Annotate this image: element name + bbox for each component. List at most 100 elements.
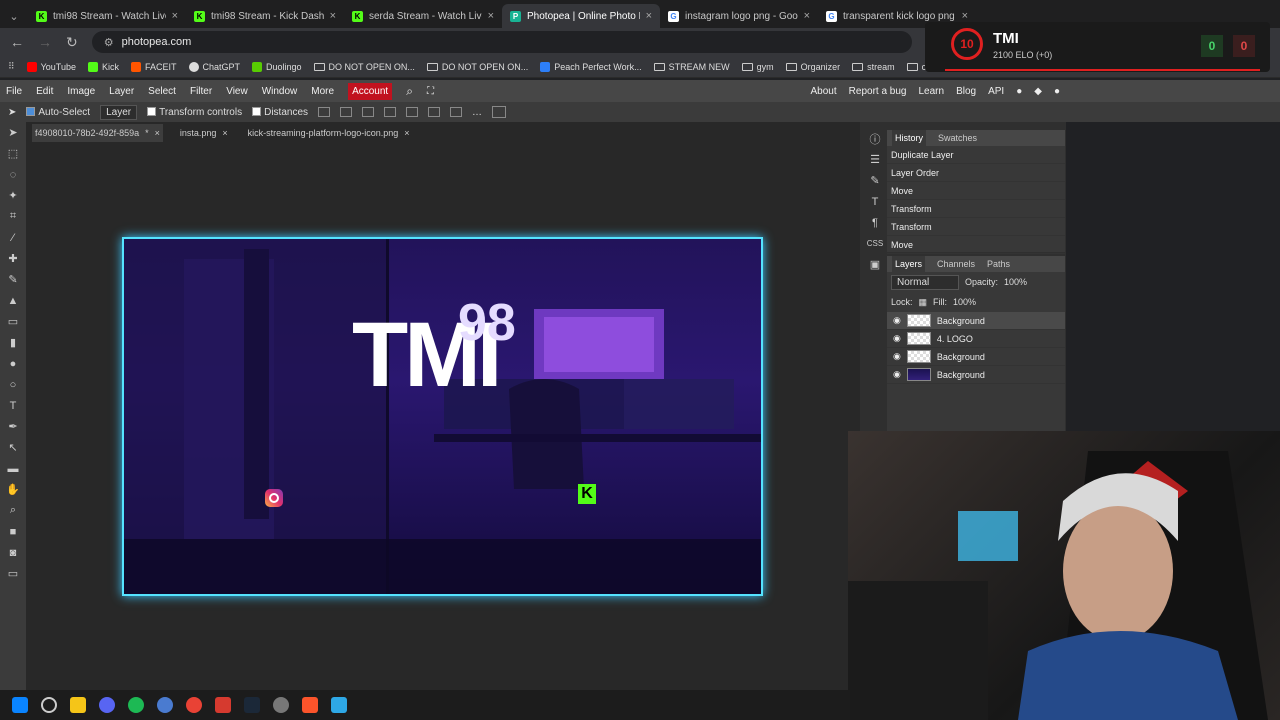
paragraph-icon[interactable]: ¶ <box>862 212 888 233</box>
close-icon[interactable]: × <box>222 128 227 138</box>
tab-layers[interactable]: Layers <box>892 256 926 272</box>
browser-tab-1[interactable]: Ktmi98 Stream - Kick Dashboard × <box>186 4 344 28</box>
report-bug-link[interactable]: Report a bug <box>849 86 907 97</box>
close-icon[interactable]: × <box>646 10 652 22</box>
api-link[interactable]: API <box>988 86 1004 97</box>
shield-icon[interactable] <box>215 697 231 713</box>
more-icon[interactable]: … <box>472 107 482 118</box>
marquee-tool-icon[interactable]: ⬚ <box>0 143 26 164</box>
transform-controls-checkbox[interactable]: Transform controls <box>147 107 242 118</box>
browser-tab-4[interactable]: Ginstagram logo png - Google S × <box>660 4 818 28</box>
doc-tab-0[interactable]: f4908010-78b2-492f-859a * × <box>32 124 163 142</box>
back-icon[interactable]: ← <box>10 34 24 50</box>
tab-channels[interactable]: Channels <box>937 259 975 269</box>
search-icon[interactable]: ⌕ <box>406 84 413 99</box>
align-right-icon[interactable] <box>428 107 440 117</box>
dodge-tool-icon[interactable]: ○ <box>0 374 26 395</box>
menu-edit[interactable]: Edit <box>36 86 53 97</box>
blend-mode-dropdown[interactable]: Normal <box>891 274 959 290</box>
close-icon[interactable]: × <box>404 128 409 138</box>
bookmark-folder[interactable]: gym <box>741 62 774 72</box>
blur-tool-icon[interactable]: ● <box>0 353 26 374</box>
tab-paths[interactable]: Paths <box>987 259 1010 269</box>
app-icon[interactable] <box>157 697 173 713</box>
brave-icon[interactable] <box>302 697 318 713</box>
chrome-icon[interactable] <box>186 697 202 713</box>
hand-tool-icon[interactable]: ✋ <box>0 479 26 500</box>
healing-tool-icon[interactable]: ✚ <box>0 248 26 269</box>
tab-search-icon[interactable]: ⌄ <box>0 4 28 28</box>
align-middle-icon[interactable] <box>340 107 352 117</box>
apps-icon[interactable]: ⠿ <box>8 61 15 72</box>
info-icon[interactable]: ⓘ <box>862 128 888 149</box>
spotify-icon[interactable] <box>128 697 144 713</box>
menu-select[interactable]: Select <box>148 86 176 97</box>
pen-tool-icon[interactable]: ✒ <box>0 416 26 437</box>
layer-row[interactable]: ◉ Background <box>887 348 1065 366</box>
history-item[interactable]: Transform <box>887 200 1065 218</box>
fullscreen-icon[interactable]: ⛶ <box>427 86 434 97</box>
reload-icon[interactable]: ↻ <box>66 34 78 51</box>
eyedropper-tool-icon[interactable]: ⁄ <box>0 227 26 248</box>
discord-icon[interactable] <box>99 697 115 713</box>
lasso-tool-icon[interactable]: ◌ <box>0 164 26 185</box>
close-icon[interactable]: × <box>172 10 178 22</box>
file-explorer-icon[interactable] <box>70 697 86 713</box>
windows-start-icon[interactable] <box>12 697 28 713</box>
eye-icon[interactable]: ◉ <box>893 315 901 326</box>
bookmark-kick[interactable]: Kick <box>87 61 119 72</box>
opacity-value[interactable]: 100% <box>1004 277 1027 287</box>
adjustments-icon[interactable]: ☰ <box>862 149 888 170</box>
brush-settings-icon[interactable]: ✎ <box>862 170 888 191</box>
search-icon[interactable] <box>41 697 57 713</box>
eye-icon[interactable]: ◉ <box>893 369 901 380</box>
browser-tab-0[interactable]: Ktmi98 Stream - Watch Live on K × <box>28 4 186 28</box>
browser-tab-3[interactable]: P Photopea | Online Photo Editor × <box>502 4 660 28</box>
close-icon[interactable]: × <box>488 10 494 22</box>
gradient-tool-icon[interactable]: ▮ <box>0 332 26 353</box>
close-icon[interactable]: × <box>962 10 968 22</box>
about-link[interactable]: About <box>811 86 837 97</box>
zoom-tool-icon[interactable]: ⌕ <box>0 500 26 521</box>
align-center-icon[interactable] <box>406 107 418 117</box>
brush-tool-icon[interactable]: ✎ <box>0 269 26 290</box>
url-field[interactable]: ⚙ photopea.com <box>91 31 912 53</box>
doc-tab-2[interactable]: kick-streaming-platform-logo-icon.png × <box>245 124 413 142</box>
site-info-icon[interactable]: ⚙ <box>104 36 114 49</box>
close-icon[interactable]: × <box>155 128 160 138</box>
menu-layer[interactable]: Layer <box>109 86 134 97</box>
browser-tab-2[interactable]: Kserda Stream - Watch Live on K × <box>344 4 502 28</box>
bookmark-youtube[interactable]: YouTube <box>26 61 76 72</box>
eye-icon[interactable]: ◉ <box>893 351 901 362</box>
bookmark-chatgpt[interactable]: ChatGPT <box>188 61 240 72</box>
bookmark-folder[interactable]: STREAM NEW <box>653 62 730 72</box>
eye-icon[interactable]: ◉ <box>893 333 901 344</box>
layer-row[interactable]: ◉ 4. LOGO <box>887 330 1065 348</box>
twitter-icon[interactable]: ◆ <box>1034 86 1042 97</box>
bookmark-peach[interactable]: Peach Perfect Work... <box>540 61 642 72</box>
close-icon[interactable]: × <box>330 10 336 22</box>
forward-icon[interactable]: → <box>38 34 52 50</box>
fill-value[interactable]: 100% <box>953 297 976 307</box>
app-icon[interactable] <box>331 697 347 713</box>
align-bottom-icon[interactable] <box>362 107 374 117</box>
facebook-icon[interactable]: ● <box>1054 86 1060 97</box>
blog-link[interactable]: Blog <box>956 86 976 97</box>
history-item[interactable]: Move <box>887 236 1065 254</box>
bookmark-folder[interactable]: stream <box>852 62 895 72</box>
stamp-tool-icon[interactable]: ▲ <box>0 290 26 311</box>
lock-icon[interactable]: ▦ <box>919 297 928 308</box>
color-swatch-icon[interactable]: ■ <box>0 521 26 542</box>
image-icon[interactable]: ▣ <box>862 254 888 275</box>
document-canvas[interactable]: TMI 98 K <box>122 237 763 596</box>
crop-tool-icon[interactable]: ⌗ <box>0 206 26 227</box>
app-icon[interactable] <box>273 697 289 713</box>
layer-row[interactable]: ◉ Background <box>887 312 1065 330</box>
kick-logo-icon[interactable]: K <box>578 484 596 504</box>
eraser-tool-icon[interactable]: ▭ <box>0 311 26 332</box>
path-select-tool-icon[interactable]: ↖ <box>0 437 26 458</box>
close-icon[interactable]: × <box>804 10 810 22</box>
shape-tool-icon[interactable]: ▬ <box>0 458 26 479</box>
bookmark-folder[interactable]: Organizer <box>785 62 840 72</box>
menu-image[interactable]: Image <box>67 86 95 97</box>
